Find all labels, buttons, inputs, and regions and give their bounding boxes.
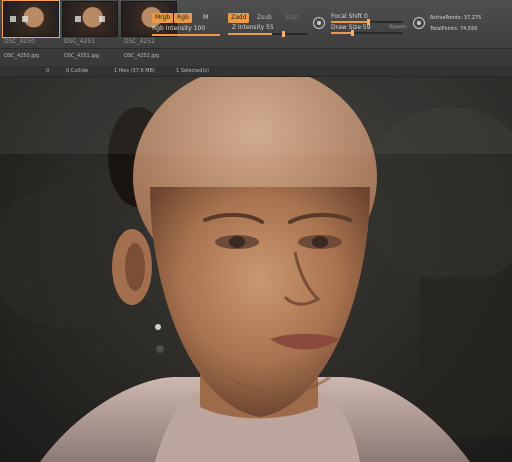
focal-shift-label: Focal Shift 0 [331, 13, 368, 20]
file-name[interactable]: DSC_4250.jpg [4, 53, 39, 59]
draw-size-slider[interactable] [331, 30, 403, 36]
thumbnail-1[interactable] [2, 0, 60, 38]
z-intensity-slider[interactable] [228, 31, 308, 37]
file-name[interactable]: DSC_4252.jpg [124, 53, 159, 59]
rgb-intensity-label: Rgb Intensity 100 [152, 25, 206, 32]
thumbnail-caption: DSC_4251 [64, 38, 95, 45]
thumbnail-2[interactable] [62, 1, 118, 37]
viewport-overlay [0, 77, 512, 154]
status-culled: 0 Cull/de [66, 68, 89, 74]
thumbnail-caption: DSC_4252 [124, 38, 155, 45]
grid-icon [22, 16, 28, 22]
grid-icon [99, 16, 105, 22]
rgb-button[interactable]: Rgb [174, 13, 192, 23]
top-toolbar: DSC_4250 DSC_4251 DSC_4252 Mrgb Rgb M Rg… [0, 0, 512, 48]
mrgb-button[interactable]: Mrgb [152, 13, 174, 23]
zcut-button[interactable]: Zcut [282, 13, 302, 23]
zsub-button[interactable]: Zsub [254, 13, 275, 23]
z-intensity-label: Z Intensity 55 [232, 24, 274, 31]
m-button[interactable]: M [200, 13, 211, 23]
thumbnail-caption: DSC_4250 [4, 38, 35, 45]
canvas-viewport[interactable] [0, 77, 512, 462]
focal-point-icon[interactable] [313, 17, 325, 29]
grid-icon [10, 16, 16, 22]
focal-shift-slider[interactable] [331, 19, 403, 25]
status-count: 0 [46, 68, 50, 74]
file-tray: DSC_4250.jpg DSC_4251.jpg DSC_4252.jpg [0, 48, 512, 67]
active-points-label: ActivePoints: 37,275 [430, 15, 482, 21]
grid-icon [75, 16, 81, 22]
status-bar: 0 0 Cull/de 1 files (37.6 MB) 1 Selected… [0, 66, 512, 77]
status-selected: 1 Selected(s) [176, 68, 209, 74]
total-points-label: TotalPoints: 74,550 [430, 26, 478, 32]
status-files: 1 files (37.6 MB) [114, 68, 155, 74]
points-icon [413, 17, 425, 29]
file-name[interactable]: DSC_4251.jpg [64, 53, 99, 59]
zadd-button[interactable]: Zadd [228, 13, 250, 23]
rgb-intensity-slider[interactable] [152, 34, 220, 36]
dynamic-label[interactable]: Dynamic [389, 24, 407, 29]
